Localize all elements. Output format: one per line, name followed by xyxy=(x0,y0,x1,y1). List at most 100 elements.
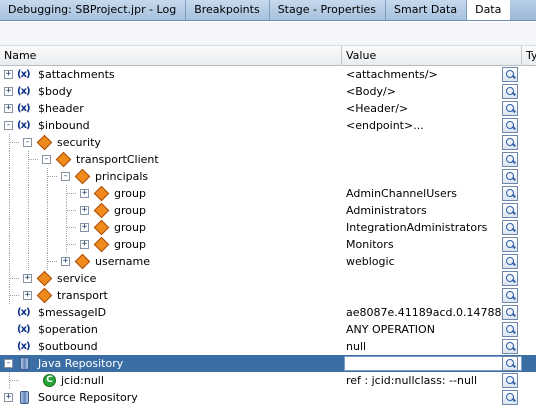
collapse-icon[interactable]: - xyxy=(23,138,32,147)
element-icon xyxy=(74,253,91,270)
tree-branch-line xyxy=(9,142,19,143)
collapse-icon[interactable]: - xyxy=(61,172,70,181)
tab-debugging-sbproject-jpr-log[interactable]: Debugging: SBProject.jpr - Log xyxy=(0,0,187,20)
inspect-magnifier-icon[interactable] xyxy=(502,101,518,116)
tree-row[interactable]: (x) $messageID ae8087e.41189acd.0.1478896.… xyxy=(0,304,536,321)
inspect-magnifier-icon[interactable] xyxy=(502,118,518,133)
variable-icon: (x) xyxy=(17,341,31,352)
tree-row[interactable]: - security xyxy=(0,134,536,151)
tree-row[interactable]: + service xyxy=(0,270,536,287)
row-name: $operation xyxy=(38,323,98,336)
tree-row[interactable]: + (x) $header <Header/> xyxy=(0,100,536,117)
tree-row[interactable]: - transportClient xyxy=(0,151,536,168)
inspect-magnifier-icon[interactable] xyxy=(502,186,518,201)
row-name: $header xyxy=(38,102,84,115)
tree-row[interactable]: - Java Repository xyxy=(0,355,536,372)
tree-row[interactable]: + group AdminChannelUsers xyxy=(0,185,536,202)
tab-data[interactable]: Data xyxy=(467,0,511,20)
inspect-magnifier-icon[interactable] xyxy=(502,203,518,218)
inspect-magnifier-icon[interactable] xyxy=(502,237,518,252)
tree-guide-line xyxy=(47,202,48,219)
tree-row[interactable]: + Source Repository xyxy=(0,389,536,406)
collapse-icon[interactable]: - xyxy=(42,155,51,164)
tree-row[interactable]: - principals xyxy=(0,168,536,185)
inspect-magnifier-icon[interactable] xyxy=(502,339,518,354)
tree-row[interactable]: + username weblogic xyxy=(0,253,536,270)
expand-icon[interactable]: + xyxy=(80,223,89,232)
tree-guide-line xyxy=(9,202,10,219)
row-name: group xyxy=(114,204,146,217)
tab-breakpoints[interactable]: Breakpoints xyxy=(186,0,270,20)
expand-icon[interactable]: + xyxy=(80,240,89,249)
tree-branch-line xyxy=(66,210,76,211)
tree-row[interactable]: - (x) $inbound <endpoint>... xyxy=(0,117,536,134)
inspect-magnifier-icon[interactable] xyxy=(502,220,518,235)
tree-guide-line xyxy=(28,236,29,253)
row-value: <endpoint>... xyxy=(346,119,424,132)
inspect-magnifier-icon[interactable] xyxy=(502,288,518,303)
tree-row[interactable]: + transport xyxy=(0,287,536,304)
expand-icon[interactable]: + xyxy=(4,87,13,96)
collapse-icon[interactable]: - xyxy=(4,121,13,130)
row-value: ANY OPERATION xyxy=(346,323,435,336)
inspect-magnifier-icon[interactable] xyxy=(502,135,518,150)
row-value: null xyxy=(346,340,367,353)
inspect-magnifier-icon[interactable] xyxy=(502,152,518,167)
inspect-magnifier-icon[interactable] xyxy=(502,322,518,337)
tree-guide-line xyxy=(28,168,29,185)
variable-icon: (x) xyxy=(17,324,31,335)
row-name: $outbound xyxy=(38,340,98,353)
expand-icon[interactable]: + xyxy=(4,104,13,113)
expand-icon[interactable]: + xyxy=(23,274,32,283)
inspect-magnifier-icon[interactable] xyxy=(502,305,518,320)
class-icon: C xyxy=(43,374,56,387)
row-name: $messageID xyxy=(38,306,107,319)
tree-guide-line xyxy=(28,202,29,219)
column-header-name[interactable]: Name xyxy=(0,46,342,66)
tree-guide-line xyxy=(9,151,10,168)
expand-icon[interactable]: + xyxy=(4,70,13,79)
row-name: group xyxy=(114,187,146,200)
toolbar-strip xyxy=(0,22,536,46)
inspect-magnifier-icon[interactable] xyxy=(502,271,518,286)
tree-branch-line xyxy=(66,244,76,245)
inspect-magnifier-icon[interactable] xyxy=(502,169,518,184)
tree-branch-line xyxy=(9,278,19,279)
expand-icon[interactable]: + xyxy=(4,393,13,402)
inspect-magnifier-icon[interactable] xyxy=(502,390,518,405)
collapse-icon[interactable]: - xyxy=(4,359,13,368)
tree-row[interactable]: (x) $operation ANY OPERATION xyxy=(0,321,536,338)
tab-stage-properties[interactable]: Stage - Properties xyxy=(269,0,387,20)
inspect-magnifier-icon[interactable] xyxy=(502,356,518,371)
tree-guide-line xyxy=(47,185,48,202)
expand-icon[interactable]: + xyxy=(61,257,70,266)
expand-icon[interactable]: + xyxy=(80,206,89,215)
inspect-magnifier-icon[interactable] xyxy=(502,84,518,99)
inspect-magnifier-icon[interactable] xyxy=(502,254,518,269)
row-value: ae8087e.41189acd.0.1478896... xyxy=(346,306,520,319)
row-value: <Body/> xyxy=(346,85,396,98)
column-header-type[interactable]: Ty xyxy=(522,46,536,66)
row-name: $attachments xyxy=(38,68,115,81)
expand-icon[interactable]: + xyxy=(80,189,89,198)
tree-row[interactable]: + group IntegrationAdministrators xyxy=(0,219,536,236)
tree-branch-line xyxy=(9,295,19,296)
tree-row[interactable]: + (x) $body <Body/> xyxy=(0,83,536,100)
variable-icon: (x) xyxy=(17,120,31,131)
inspect-magnifier-icon[interactable] xyxy=(502,373,518,388)
tree-guide-line xyxy=(9,236,10,253)
tree-row[interactable]: Cjcid:null ref : jcid:nullclass: --null xyxy=(0,372,536,389)
inspect-magnifier-icon[interactable] xyxy=(502,67,518,82)
element-icon xyxy=(93,219,110,236)
expand-icon[interactable]: + xyxy=(23,291,32,300)
tree-row[interactable]: + group Administrators xyxy=(0,202,536,219)
tree-guide-line xyxy=(9,185,10,202)
column-header-value[interactable]: Value xyxy=(342,46,522,66)
tree-guide-line xyxy=(47,236,48,253)
row-name: username xyxy=(95,255,150,268)
value-edit-field[interactable] xyxy=(344,356,522,371)
tree-row[interactable]: (x) $outbound null xyxy=(0,338,536,355)
tab-smart-data[interactable]: Smart Data xyxy=(386,0,468,20)
tree-row[interactable]: + (x) $attachments <attachments/> xyxy=(0,66,536,83)
tree-row[interactable]: + group Monitors xyxy=(0,236,536,253)
